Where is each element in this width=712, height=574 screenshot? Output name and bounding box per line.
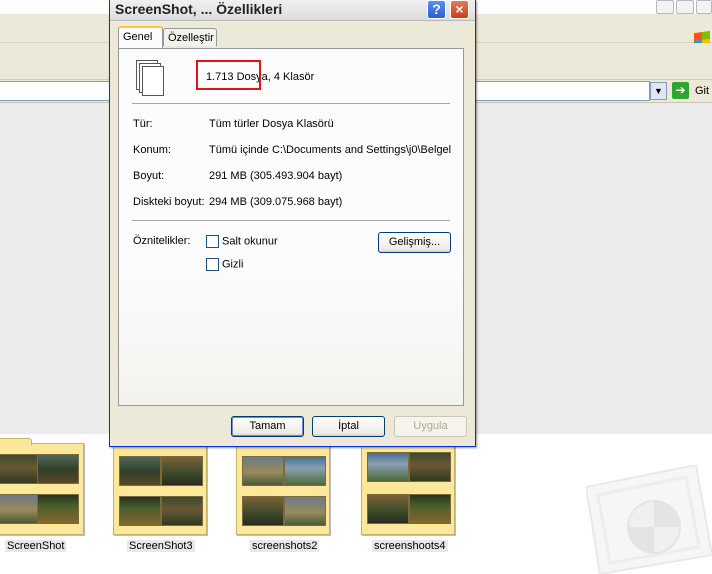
size-on-disk-label: Diskteki boyut: bbox=[133, 196, 205, 208]
folder-thumbnail-screenshoots4[interactable] bbox=[361, 438, 455, 535]
tab-row: Genel Özelleştir bbox=[118, 26, 468, 50]
location-value: Tümü içinde C:\Documents and Settings\j0… bbox=[209, 144, 451, 156]
location-label: Konum: bbox=[133, 144, 171, 156]
ok-button[interactable]: Tamam bbox=[231, 416, 304, 437]
type-value: Tüm türler Dosya Klasörü bbox=[209, 118, 334, 130]
advanced-button[interactable]: Gelişmiş... bbox=[378, 232, 451, 253]
size-value: 291 MB (305.493.904 bayt) bbox=[209, 170, 343, 182]
close-button[interactable]: × bbox=[450, 0, 469, 19]
file-label-screenshot3[interactable]: ScreenShot3 bbox=[127, 540, 195, 552]
file-label-screenshoots4[interactable]: screenshoots4 bbox=[372, 540, 448, 552]
decorative-picture-icon bbox=[586, 465, 712, 574]
tab-genel[interactable]: Genel bbox=[118, 26, 163, 48]
dialog-title: ScreenShot, ... Özellikleri bbox=[115, 1, 283, 17]
size-label: Boyut: bbox=[133, 170, 165, 182]
explorer-minimize-button[interactable] bbox=[656, 0, 674, 14]
dialog-titlebar[interactable]: ScreenShot, ... Özellikleri ? × bbox=[110, 0, 475, 21]
readonly-checkbox-row[interactable]: Salt okunur bbox=[206, 235, 278, 248]
hidden-checkbox[interactable] bbox=[206, 258, 219, 271]
type-label: Tür: bbox=[133, 118, 153, 130]
highlight-box bbox=[196, 60, 261, 90]
help-button[interactable]: ? bbox=[427, 0, 446, 19]
cancel-button[interactable]: İptal bbox=[312, 416, 385, 437]
size-on-disk-value: 294 MB (309.075.968 bayt) bbox=[209, 196, 343, 208]
readonly-label[interactable]: Salt okunur bbox=[222, 235, 278, 247]
general-tab-panel: 1.713 Dosya, 4 Klasör Tür: Tüm türler Do… bbox=[118, 48, 464, 406]
hidden-checkbox-row[interactable]: Gizli bbox=[206, 258, 243, 271]
file-label-screenshots2[interactable]: screenshots2 bbox=[250, 540, 320, 552]
attributes-label: Öznitelikler: bbox=[133, 235, 191, 247]
folder-thumbnail-screenshot[interactable] bbox=[0, 438, 84, 535]
go-label[interactable]: Git bbox=[695, 85, 709, 97]
explorer-close-button[interactable] bbox=[696, 0, 712, 14]
tab-ozellestir[interactable]: Özelleştir bbox=[163, 28, 217, 46]
file-label-screenshot[interactable]: ScreenShot bbox=[5, 540, 67, 552]
address-dropdown-icon[interactable]: ▼ bbox=[650, 82, 667, 100]
readonly-checkbox[interactable] bbox=[206, 235, 219, 248]
go-arrow-icon[interactable]: ➔ bbox=[672, 82, 689, 99]
hidden-label[interactable]: Gizli bbox=[222, 258, 243, 270]
separator bbox=[132, 103, 450, 105]
properties-dialog: ScreenShot, ... Özellikleri ? × Genel Öz… bbox=[109, 0, 476, 447]
separator bbox=[132, 220, 450, 222]
apply-button[interactable]: Uygula bbox=[394, 416, 467, 437]
folder-thumbnail-screenshot3[interactable] bbox=[113, 438, 207, 535]
folder-thumbnail-screenshots2[interactable] bbox=[236, 438, 330, 535]
multiple-files-icon bbox=[136, 60, 164, 96]
explorer-maximize-button[interactable] bbox=[676, 0, 694, 14]
